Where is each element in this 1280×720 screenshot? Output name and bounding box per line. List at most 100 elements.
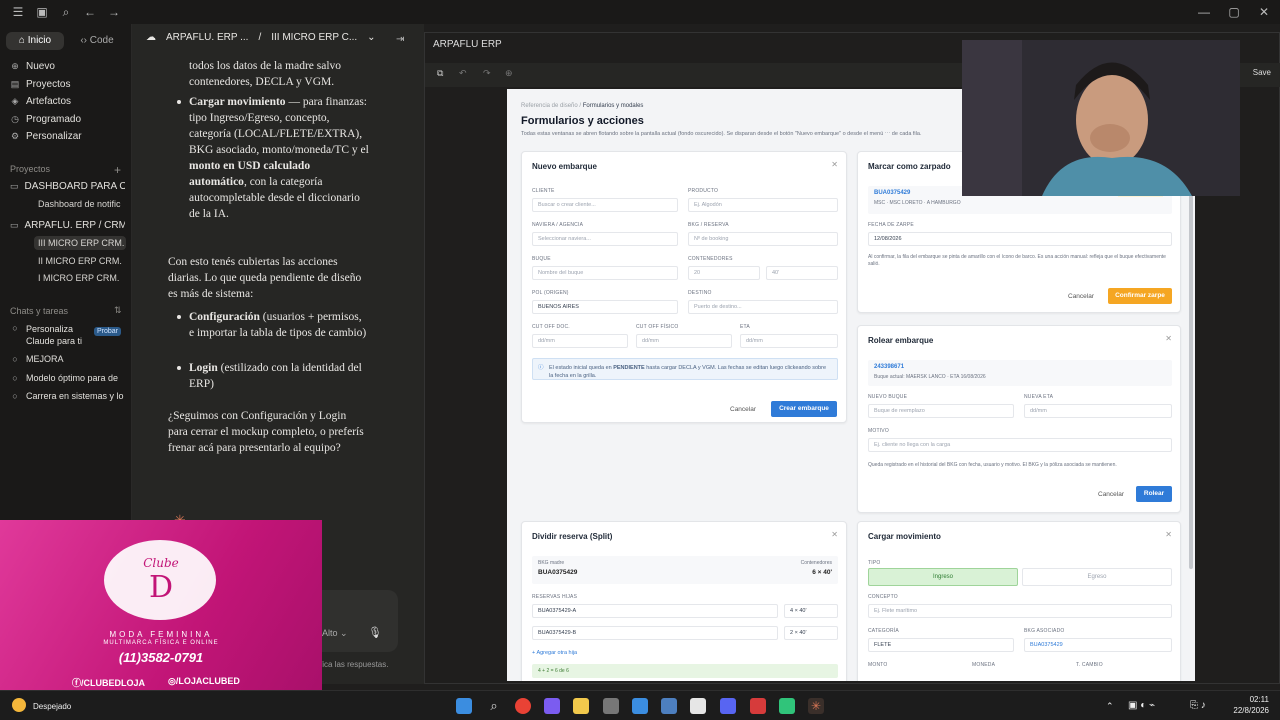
breadcrumb-project[interactable]: ARPAFLU. ERP ...	[166, 32, 248, 43]
copilot-icon[interactable]	[544, 698, 560, 714]
breadcrumb-chat[interactable]: III MICRO ERP C...	[271, 32, 357, 43]
cancel-button[interactable]: Cancelar	[730, 406, 756, 413]
sidebar-item-programado[interactable]: ◷ Programado	[10, 114, 125, 125]
motivo-select[interactable]: Ej. cliente no llega con la carga	[868, 438, 1172, 452]
eta-input[interactable]: dd/mm	[740, 334, 838, 348]
destino-select[interactable]: Puerto de destino...	[688, 300, 838, 314]
zoom-icon[interactable]: ⊕	[505, 68, 513, 79]
anydesk-icon[interactable]	[750, 698, 766, 714]
app-icon-green[interactable]	[779, 698, 795, 714]
sidebar-item-personalizar[interactable]: ⚙ Personalizar	[10, 131, 125, 142]
bkg-asociado-select[interactable]: BUA0375429	[1024, 638, 1172, 652]
concepto-input[interactable]: Ej. Flete marítimo	[868, 604, 1172, 618]
contenedores-qty[interactable]: 20	[688, 266, 760, 280]
calculator-icon[interactable]	[603, 698, 619, 714]
chat-item-carrera[interactable]: ○ Carrera en sistemas y lo	[10, 391, 125, 401]
nuevo-buque-input[interactable]: Buque de reemplazo	[868, 404, 1014, 418]
cancel-button[interactable]: Cancelar	[1068, 293, 1094, 300]
create-shipment-button[interactable]: Crear embarque	[771, 401, 837, 417]
field-label: NUEVA ETA	[1024, 394, 1054, 400]
child-bkg-input[interactable]: BUA0375429-B	[532, 626, 778, 640]
chat-input-box[interactable]: Alto ⌄ 🎙	[312, 590, 398, 652]
bkg-input[interactable]: Nº de booking	[688, 232, 838, 246]
filter-icon[interactable]: ⇅	[114, 305, 122, 316]
weather-text[interactable]: Despejado	[33, 702, 71, 711]
hamburger-icon[interactable]: ☰	[10, 4, 26, 20]
chat-item-personaliza[interactable]: ○ Personaliza Claude para ti Probar	[10, 323, 125, 347]
search-icon[interactable]: ⌕	[58, 4, 74, 20]
arrow-right-icon[interactable]: →	[106, 4, 122, 20]
tab-code[interactable]: ‹› Code	[68, 32, 126, 50]
close-icon[interactable]: ✕	[1165, 530, 1172, 539]
windows-start-icon[interactable]	[456, 698, 472, 714]
copy-icon[interactable]: ⧉	[437, 68, 443, 79]
naviera-select[interactable]: Seleccionar naviera...	[532, 232, 678, 246]
add-child-button[interactable]: + Agregar otra hija	[532, 650, 577, 656]
arrow-left-icon[interactable]: ←	[82, 4, 98, 20]
breadcrumb-item[interactable]: Referencia de diseño	[521, 103, 578, 109]
app-icon[interactable]	[661, 698, 677, 714]
cutoff-fisico-input[interactable]: dd/mm	[636, 334, 732, 348]
fecha-zarpe-input[interactable]: 12/08/2026	[868, 232, 1172, 246]
tipo-ingreso-toggle[interactable]: Ingreso	[868, 568, 1018, 586]
close-icon[interactable]: ✕	[831, 530, 838, 539]
cancel-button[interactable]: Cancelar	[1098, 491, 1124, 498]
chat-item-modelo[interactable]: ○ Modelo óptimo para de	[10, 373, 125, 383]
project-arpaflu[interactable]: ▭ ARPAFLU. ERP / CRM	[10, 220, 125, 231]
snipping-tool-icon[interactable]	[690, 698, 706, 714]
clock-date[interactable]: 22/8/2026	[1221, 706, 1269, 715]
project-chat-item[interactable]: II MICRO ERP CRM.	[38, 256, 128, 266]
search-icon[interactable]: ⌕	[486, 698, 502, 714]
cutoff-doc-input[interactable]: dd/mm	[532, 334, 628, 348]
undo-icon[interactable]: ↶	[459, 68, 467, 79]
project-dashboard[interactable]: ▭ DASHBOARD PARA OLE	[10, 181, 125, 192]
pol-select[interactable]: BUENOS AIRES	[532, 300, 678, 314]
network-volume-icons[interactable]: ⎘ ♪	[1190, 700, 1206, 711]
project-chat-item-selected[interactable]: III MICRO ERP CRM.	[34, 236, 126, 250]
buque-input[interactable]: Nombre del buque	[532, 266, 678, 280]
project-chat-item[interactable]: Dashboard de notific	[38, 199, 128, 209]
scrollbar[interactable]	[1189, 189, 1193, 569]
categoria-select[interactable]: FLETE	[868, 638, 1014, 652]
model-selector[interactable]: Alto ⌄	[322, 628, 348, 639]
add-project-icon[interactable]: +	[114, 163, 121, 177]
discord-icon[interactable]	[720, 698, 736, 714]
save-button[interactable]: Save	[1253, 68, 1271, 77]
confirm-zarpe-button[interactable]: Confirmar zarpe	[1108, 288, 1172, 304]
cliente-input[interactable]: Buscar o crear cliente...	[532, 198, 678, 212]
redo-icon[interactable]: ↷	[483, 68, 491, 79]
tray-icons[interactable]: ▣ ◐ ⌁	[1128, 700, 1155, 711]
chrome-icon[interactable]	[515, 698, 531, 714]
file-explorer-icon[interactable]	[573, 698, 589, 714]
contenedores-type[interactable]: 40'	[766, 266, 838, 280]
chevron-down-icon[interactable]: ⌄	[367, 32, 375, 43]
project-chat-item[interactable]: I MICRO ERP CRM.	[38, 273, 128, 283]
rolear-button[interactable]: Rolear	[1136, 486, 1172, 502]
sidebar-item-proyectos[interactable]: ▤ Proyectos	[10, 79, 125, 90]
child-qty-select[interactable]: 2 × 40'	[784, 626, 838, 640]
close-icon[interactable]: ✕	[1165, 334, 1172, 343]
microphone-icon[interactable]: 🎙	[368, 626, 382, 639]
tab-inicio[interactable]: ⌂ Inicio	[6, 32, 64, 50]
child-qty-select[interactable]: 4 × 40'	[784, 604, 838, 618]
nueva-eta-input[interactable]: dd/mm	[1024, 404, 1172, 418]
chat-item-mejora[interactable]: ○ MEJORA	[10, 354, 125, 364]
sidebar-icon[interactable]: ▣	[34, 4, 50, 20]
tipo-egreso-toggle[interactable]: Egreso	[1022, 568, 1172, 586]
tray-chevron-icon[interactable]: ⌃	[1106, 701, 1114, 712]
minimize-icon[interactable]: —	[1196, 4, 1212, 20]
weather-icon[interactable]	[12, 698, 26, 712]
close-icon[interactable]: ✕	[1256, 4, 1272, 20]
bullet-dot	[177, 100, 181, 104]
producto-input[interactable]: Ej. Algodón	[688, 198, 838, 212]
child-bkg-input[interactable]: BUA0375429-A	[532, 604, 778, 618]
close-icon[interactable]: ✕	[831, 160, 838, 169]
claude-icon[interactable]: ✳	[808, 698, 824, 714]
notepad-icon[interactable]	[632, 698, 648, 714]
sidebar-item-nuevo[interactable]: ⊕ Nuevo	[10, 61, 125, 72]
clock-time[interactable]: 02:11	[1221, 695, 1269, 704]
maximize-icon[interactable]: ▢	[1226, 4, 1242, 20]
try-badge[interactable]: Probar	[94, 327, 122, 336]
sidebar-item-artefactos[interactable]: ◈ Artefactos	[10, 96, 125, 107]
collapse-panel-icon[interactable]: ⇥	[396, 34, 404, 45]
